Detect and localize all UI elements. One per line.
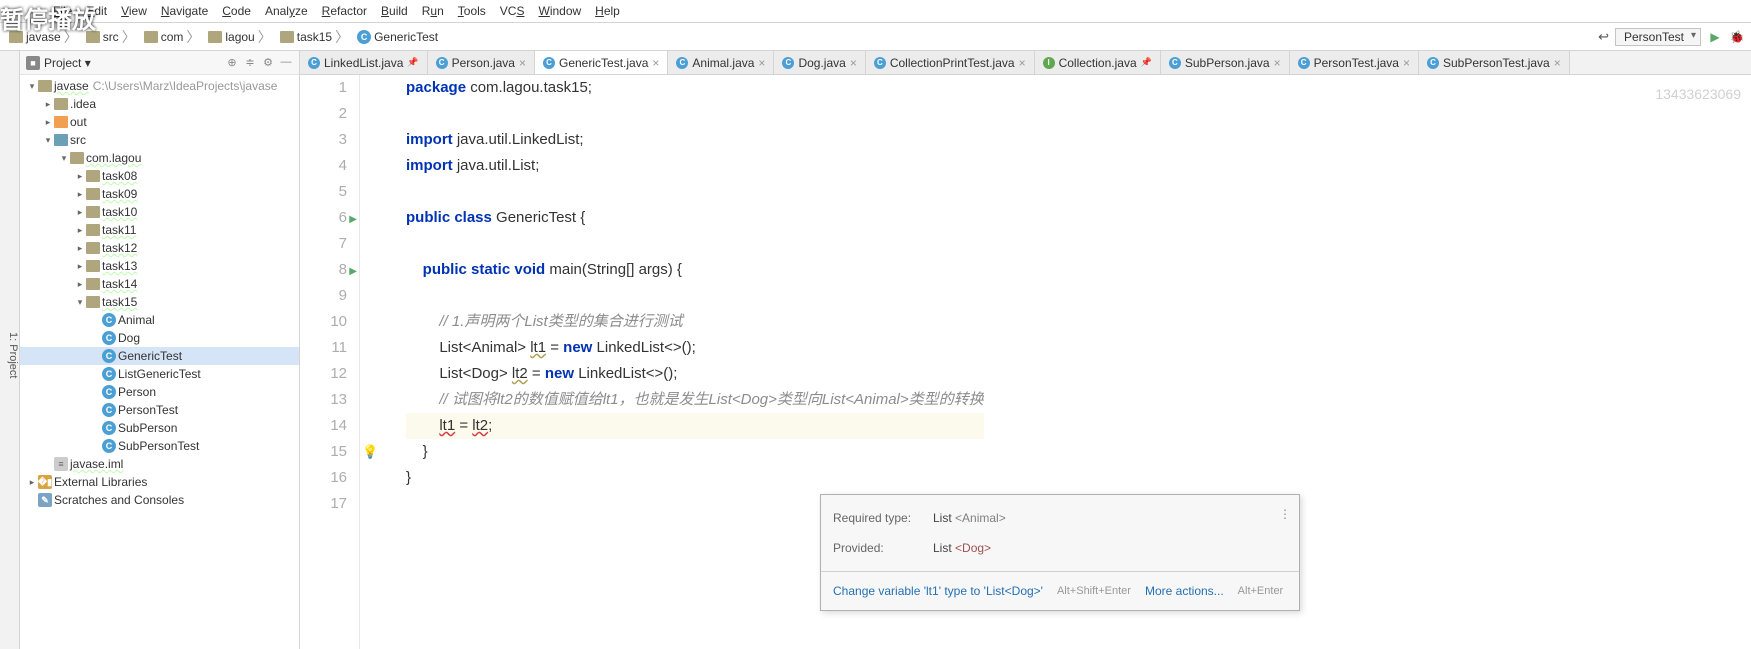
crumb-task15[interactable]: task15〉: [277, 26, 352, 48]
menu-view[interactable]: View: [114, 4, 154, 18]
crumb-lagou[interactable]: lagou〉: [205, 26, 274, 48]
tooltip-fix-action[interactable]: Change variable 'lt1' type to 'List<Dog>…: [833, 578, 1043, 604]
run-config-selector[interactable]: PersonTest: [1615, 28, 1701, 46]
tree-item-javase[interactable]: ▾javaseC:\Users\Marz\IdeaProjects\javase: [20, 77, 299, 95]
menu-window[interactable]: Window: [531, 4, 588, 18]
tab-person-java[interactable]: CPerson.java: [428, 51, 535, 74]
tooltip-provided-label: Provided:: [833, 535, 923, 561]
tab-close-icon[interactable]: [1019, 56, 1026, 70]
project-icon: ■: [26, 56, 40, 70]
tooltip-fix-shortcut: Alt+Shift+Enter: [1057, 578, 1131, 604]
project-tool-window: ■ Project ▾ ⊕ ≑ ⚙ — ▾javaseC:\Users\Marz…: [20, 51, 300, 649]
error-tooltip: ⋮ Required type: List <Animal> Provided:…: [820, 494, 1300, 611]
crumb-com[interactable]: com〉: [141, 26, 204, 48]
tab-close-icon[interactable]: [652, 56, 659, 70]
tree-item-task15[interactable]: ▾task15: [20, 293, 299, 311]
tree-item--idea[interactable]: ▸.idea: [20, 95, 299, 113]
video-overlay-text: 暂停播放: [0, 0, 96, 35]
tree-item-animal[interactable]: CAnimal: [20, 311, 299, 329]
tab-linkedlist-java[interactable]: CLinkedList.java📌: [300, 51, 428, 74]
tab-dog-java[interactable]: CDog.java: [774, 51, 865, 74]
menu-help[interactable]: Help: [588, 4, 627, 18]
tab-collection-java[interactable]: ICollection.java📌: [1035, 51, 1161, 74]
menu-refactor[interactable]: Refactor: [315, 4, 374, 18]
crumb-generictest[interactable]: CGenericTest: [354, 29, 441, 45]
main-menubar: FileEditViewNavigateCodeAnalyzeRefactorB…: [0, 0, 1751, 23]
tab-subperson-java[interactable]: CSubPerson.java: [1161, 51, 1290, 74]
tree-item-task12[interactable]: ▸task12: [20, 239, 299, 257]
intention-bulb-icon[interactable]: 💡: [362, 439, 378, 465]
menu-run[interactable]: Run: [415, 4, 451, 18]
tab-collectionprinttest-java[interactable]: CCollectionPrintTest.java: [866, 51, 1035, 74]
tree-item-out[interactable]: ▸out: [20, 113, 299, 131]
tree-item-subpersontest[interactable]: CSubPersonTest: [20, 437, 299, 455]
hide-icon[interactable]: —: [279, 56, 293, 70]
tool-window-stripe-left[interactable]: 1: Project: [0, 51, 20, 649]
tree-item-task13[interactable]: ▸task13: [20, 257, 299, 275]
tab-close-icon[interactable]: [850, 56, 857, 70]
tree-item-external-libraries[interactable]: ▸�▮External Libraries: [20, 473, 299, 491]
tree-item-task08[interactable]: ▸task08: [20, 167, 299, 185]
menu-code[interactable]: Code: [215, 4, 258, 18]
menu-navigate[interactable]: Navigate: [154, 4, 215, 18]
tab-generictest-java[interactable]: CGenericTest.java: [535, 51, 668, 74]
tab-close-icon[interactable]: [1554, 56, 1561, 70]
tree-item-task09[interactable]: ▸task09: [20, 185, 299, 203]
tooltip-required-value: List <Animal>: [933, 505, 1006, 531]
tree-item-listgenerictest[interactable]: CListGenericTest: [20, 365, 299, 383]
tab-animal-java[interactable]: CAnimal.java: [668, 51, 774, 74]
menu-build[interactable]: Build: [374, 4, 415, 18]
tree-item-javase-iml[interactable]: ≡javase.iml: [20, 455, 299, 473]
tab-close-icon[interactable]: [1274, 56, 1281, 70]
tree-item-task10[interactable]: ▸task10: [20, 203, 299, 221]
menu-tools[interactable]: Tools: [451, 4, 493, 18]
panel-title: Project ▾: [40, 56, 225, 70]
menu-vcs[interactable]: VCS: [493, 4, 532, 18]
tree-item-generictest[interactable]: CGenericTest: [20, 347, 299, 365]
code-editor[interactable]: 1234567891011121314151617 package com.la…: [300, 75, 1751, 649]
tooltip-more-actions[interactable]: More actions...: [1145, 578, 1224, 604]
tab-subpersontest-java[interactable]: CSubPersonTest.java: [1419, 51, 1570, 74]
tree-item-task11[interactable]: ▸task11: [20, 221, 299, 239]
tab-close-icon[interactable]: [519, 56, 526, 70]
tab-close-icon[interactable]: [1403, 56, 1410, 70]
menu-analyze[interactable]: Analyze: [258, 4, 315, 18]
tree-item-subperson[interactable]: CSubPerson: [20, 419, 299, 437]
tooltip-provided-value: List <Dog>: [933, 535, 991, 561]
tab-persontest-java[interactable]: CPersonTest.java: [1290, 51, 1419, 74]
tree-item-dog[interactable]: CDog: [20, 329, 299, 347]
navigation-bar: javase〉src〉com〉lagou〉task15〉CGenericTest…: [0, 23, 1751, 51]
tooltip-more-shortcut: Alt+Enter: [1238, 578, 1284, 604]
run-icon[interactable]: ▶: [1707, 29, 1723, 45]
tree-item-com-lagou[interactable]: ▾com.lagou: [20, 149, 299, 167]
select-opened-file-icon[interactable]: ⊕: [225, 56, 239, 70]
settings-icon[interactable]: ⚙: [261, 56, 275, 70]
tree-item-src[interactable]: ▾src: [20, 131, 299, 149]
tooltip-more-icon[interactable]: ⋮: [1279, 501, 1291, 527]
project-tree[interactable]: ▾javaseC:\Users\Marz\IdeaProjects\javase…: [20, 75, 299, 649]
back-icon[interactable]: ↩: [1598, 29, 1609, 45]
tree-item-task14[interactable]: ▸task14: [20, 275, 299, 293]
tab-close-icon[interactable]: [758, 56, 765, 70]
debug-icon[interactable]: 🐞: [1729, 29, 1745, 45]
editor-gutter[interactable]: 1234567891011121314151617: [300, 75, 360, 649]
expand-all-icon[interactable]: ≑: [243, 56, 257, 70]
tooltip-required-label: Required type:: [833, 505, 923, 531]
editor-tabs: CLinkedList.java📌CPerson.javaCGenericTes…: [300, 51, 1751, 75]
tree-item-persontest[interactable]: CPersonTest: [20, 401, 299, 419]
tree-item-person[interactable]: CPerson: [20, 383, 299, 401]
watermark-text: 13433623069: [1655, 81, 1741, 107]
tree-item-scratches-and-consoles[interactable]: ✎Scratches and Consoles: [20, 491, 299, 509]
